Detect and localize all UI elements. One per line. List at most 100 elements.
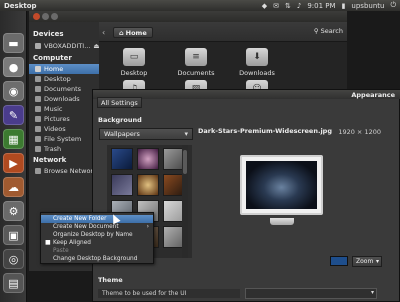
wallpaper-scrollbar-thumb[interactable] <box>183 150 187 174</box>
wallpaper-thumb[interactable] <box>111 174 133 196</box>
user-name[interactable]: upsbuntu <box>351 2 384 10</box>
wallpaper-thumb[interactable] <box>111 148 133 170</box>
sidebar-item-label: Browse Network <box>44 167 97 175</box>
menu-item-create-new-folder[interactable]: Create New Folder <box>41 215 153 223</box>
mail-icon[interactable]: ✉ <box>273 2 279 10</box>
firefox-launcher[interactable]: ● <box>3 57 24 77</box>
sidebar-item-label: Home <box>44 65 64 73</box>
wallpaper-thumb[interactable] <box>137 174 159 196</box>
network-icon[interactable]: ⇅ <box>285 2 291 10</box>
wallpaper-preview <box>246 161 317 209</box>
back-arrow-icon[interactable]: ‹ <box>102 28 111 37</box>
terminal-launcher[interactable]: ◎ <box>3 249 24 269</box>
menu-item-create-new-document[interactable]: Create New Document › <box>41 223 153 231</box>
file-tile-label: Desktop <box>120 69 148 77</box>
sidebar-item-vboxadditions[interactable]: VBOXADDITI... ⏏ <box>29 41 99 51</box>
file-tile-label: Documents <box>177 69 215 77</box>
sidebar-item-label: File System <box>44 135 82 143</box>
sidebar-item-trash[interactable]: Trash <box>29 144 99 154</box>
workspaces-icon: ▣ <box>8 228 19 242</box>
home-icon <box>35 66 41 72</box>
sidebar-item-browse-network[interactable]: Browse Network <box>29 166 99 176</box>
wallpaper-thumb[interactable] <box>137 148 159 170</box>
search-icon: ⚲ <box>313 27 319 35</box>
menu-item-keep-aligned[interactable]: ■ Keep Aligned <box>41 239 153 247</box>
gear-icon: ⚙ <box>8 204 19 218</box>
impress-launcher[interactable]: ▶ <box>3 153 24 173</box>
sidebar-item-label: VBOXADDITI... <box>44 42 91 50</box>
appearance-title: Appearance <box>351 91 395 99</box>
power-icon[interactable]: ⏻ <box>390 1 396 10</box>
drive-icon <box>35 43 41 49</box>
sidebar-item-music[interactable]: Music <box>29 104 99 114</box>
background-color-button[interactable] <box>330 256 348 266</box>
sidebar-item-documents[interactable]: Documents <box>29 84 99 94</box>
menu-item-label: Create New Document <box>53 224 119 230</box>
system-settings-launcher[interactable]: ⚙ <box>3 201 24 221</box>
disc-icon: ◎ <box>8 252 19 266</box>
computer-header: Computer <box>33 54 72 62</box>
folder-icon: ▬ <box>8 36 19 50</box>
sidebar-item-label: Desktop <box>44 75 71 83</box>
volume-icon[interactable]: ♪ <box>297 2 301 10</box>
breadcrumb-home[interactable]: ⌂ Home <box>113 27 153 38</box>
top-panel: Desktop ◆ ✉ ⇅ ♪ 9:01 PM ▮ upsbuntu ⏻ <box>0 0 400 11</box>
clock[interactable]: 9:01 PM <box>307 2 335 10</box>
chevron-right-icon: › <box>146 223 149 230</box>
dropbox-icon[interactable]: ◆ <box>262 2 267 10</box>
file-tile-downloads[interactable]: ⬇ Downloads <box>232 48 282 80</box>
theme-label: Theme <box>98 276 123 284</box>
launcher: ▬ ● ◉ ✎ ▦ ▶ ☁ ⚙ ▣ ◎ ▤ <box>0 11 27 302</box>
chevron-down-icon: ▾ <box>184 130 188 138</box>
desktop-context-menu: Create New Folder Create New Document › … <box>40 212 154 264</box>
active-window-title: Desktop <box>4 1 37 10</box>
zoom-select[interactable]: Zoom ▾ <box>352 256 382 267</box>
trash-launcher[interactable]: ▤ <box>3 273 24 293</box>
menu-item-change-background[interactable]: Change Desktop Background <box>41 255 153 263</box>
file-tile-desktop[interactable]: ▭ Desktop <box>109 48 159 80</box>
ubuntu-one-launcher[interactable]: ☁ <box>3 177 24 197</box>
desktop-icon <box>35 76 41 82</box>
sidebar-item-desktop[interactable]: Desktop <box>29 74 99 84</box>
wallpaper-source-select[interactable]: Wallpapers ▾ <box>99 128 193 140</box>
workspace-switcher-launcher[interactable]: ▣ <box>3 225 24 245</box>
maximize-button[interactable] <box>51 13 58 20</box>
sidebar-item-label: Pictures <box>44 115 70 123</box>
close-button[interactable] <box>33 13 40 20</box>
spreadsheet-icon: ▦ <box>8 132 19 146</box>
sidebar-item-label: Music <box>44 105 63 113</box>
sidebar-item-home[interactable]: Home <box>29 64 99 74</box>
desktop-folder-icon: ▭ <box>123 48 145 66</box>
sidebar-item-downloads[interactable]: Downloads <box>29 94 99 104</box>
theme-select[interactable]: ▾ <box>245 288 377 299</box>
files-titlebar[interactable] <box>29 11 347 22</box>
calc-launcher[interactable]: ▦ <box>3 129 24 149</box>
file-tile-label: Downloads <box>239 69 275 77</box>
home-icon: ⌂ <box>119 28 124 37</box>
minimize-button[interactable] <box>42 13 49 20</box>
sidebar-item-videos[interactable]: Videos <box>29 124 99 134</box>
home-folder-launcher[interactable]: ▬ <box>3 33 24 53</box>
sidebar-item-file-system[interactable]: File System <box>29 134 99 144</box>
trash-icon: ▤ <box>8 276 19 290</box>
devices-header: Devices <box>33 30 64 38</box>
sidebar-item-label: Documents <box>44 85 82 93</box>
chevron-down-icon: ▾ <box>375 258 379 265</box>
file-tile-documents[interactable]: ≡ Documents <box>171 48 221 80</box>
sidebar-item-pictures[interactable]: Pictures <box>29 114 99 124</box>
network-icon <box>35 168 41 174</box>
software-center-launcher[interactable]: ◉ <box>3 81 24 101</box>
all-settings-button[interactable]: All Settings <box>97 97 142 108</box>
chevron-down-icon: ▾ <box>370 289 374 296</box>
search-button[interactable]: ⚲ Search <box>314 27 343 35</box>
menu-item-organize-by-name[interactable]: Organize Desktop by Name <box>41 231 153 239</box>
zoom-value: Zoom <box>356 258 374 265</box>
appearance-window: Appearance All Settings Background Wallp… <box>92 89 400 302</box>
wallpaper-name: Dark-Stars-Premium-Widescreen.jpg <box>198 127 332 135</box>
bag-icon: ◉ <box>8 84 19 98</box>
documents-icon <box>35 86 41 92</box>
harddisk-icon <box>35 136 41 142</box>
cloud-icon: ☁ <box>8 180 19 194</box>
sidebar-item-label: Trash <box>44 145 62 153</box>
writer-launcher[interactable]: ✎ <box>3 105 24 125</box>
